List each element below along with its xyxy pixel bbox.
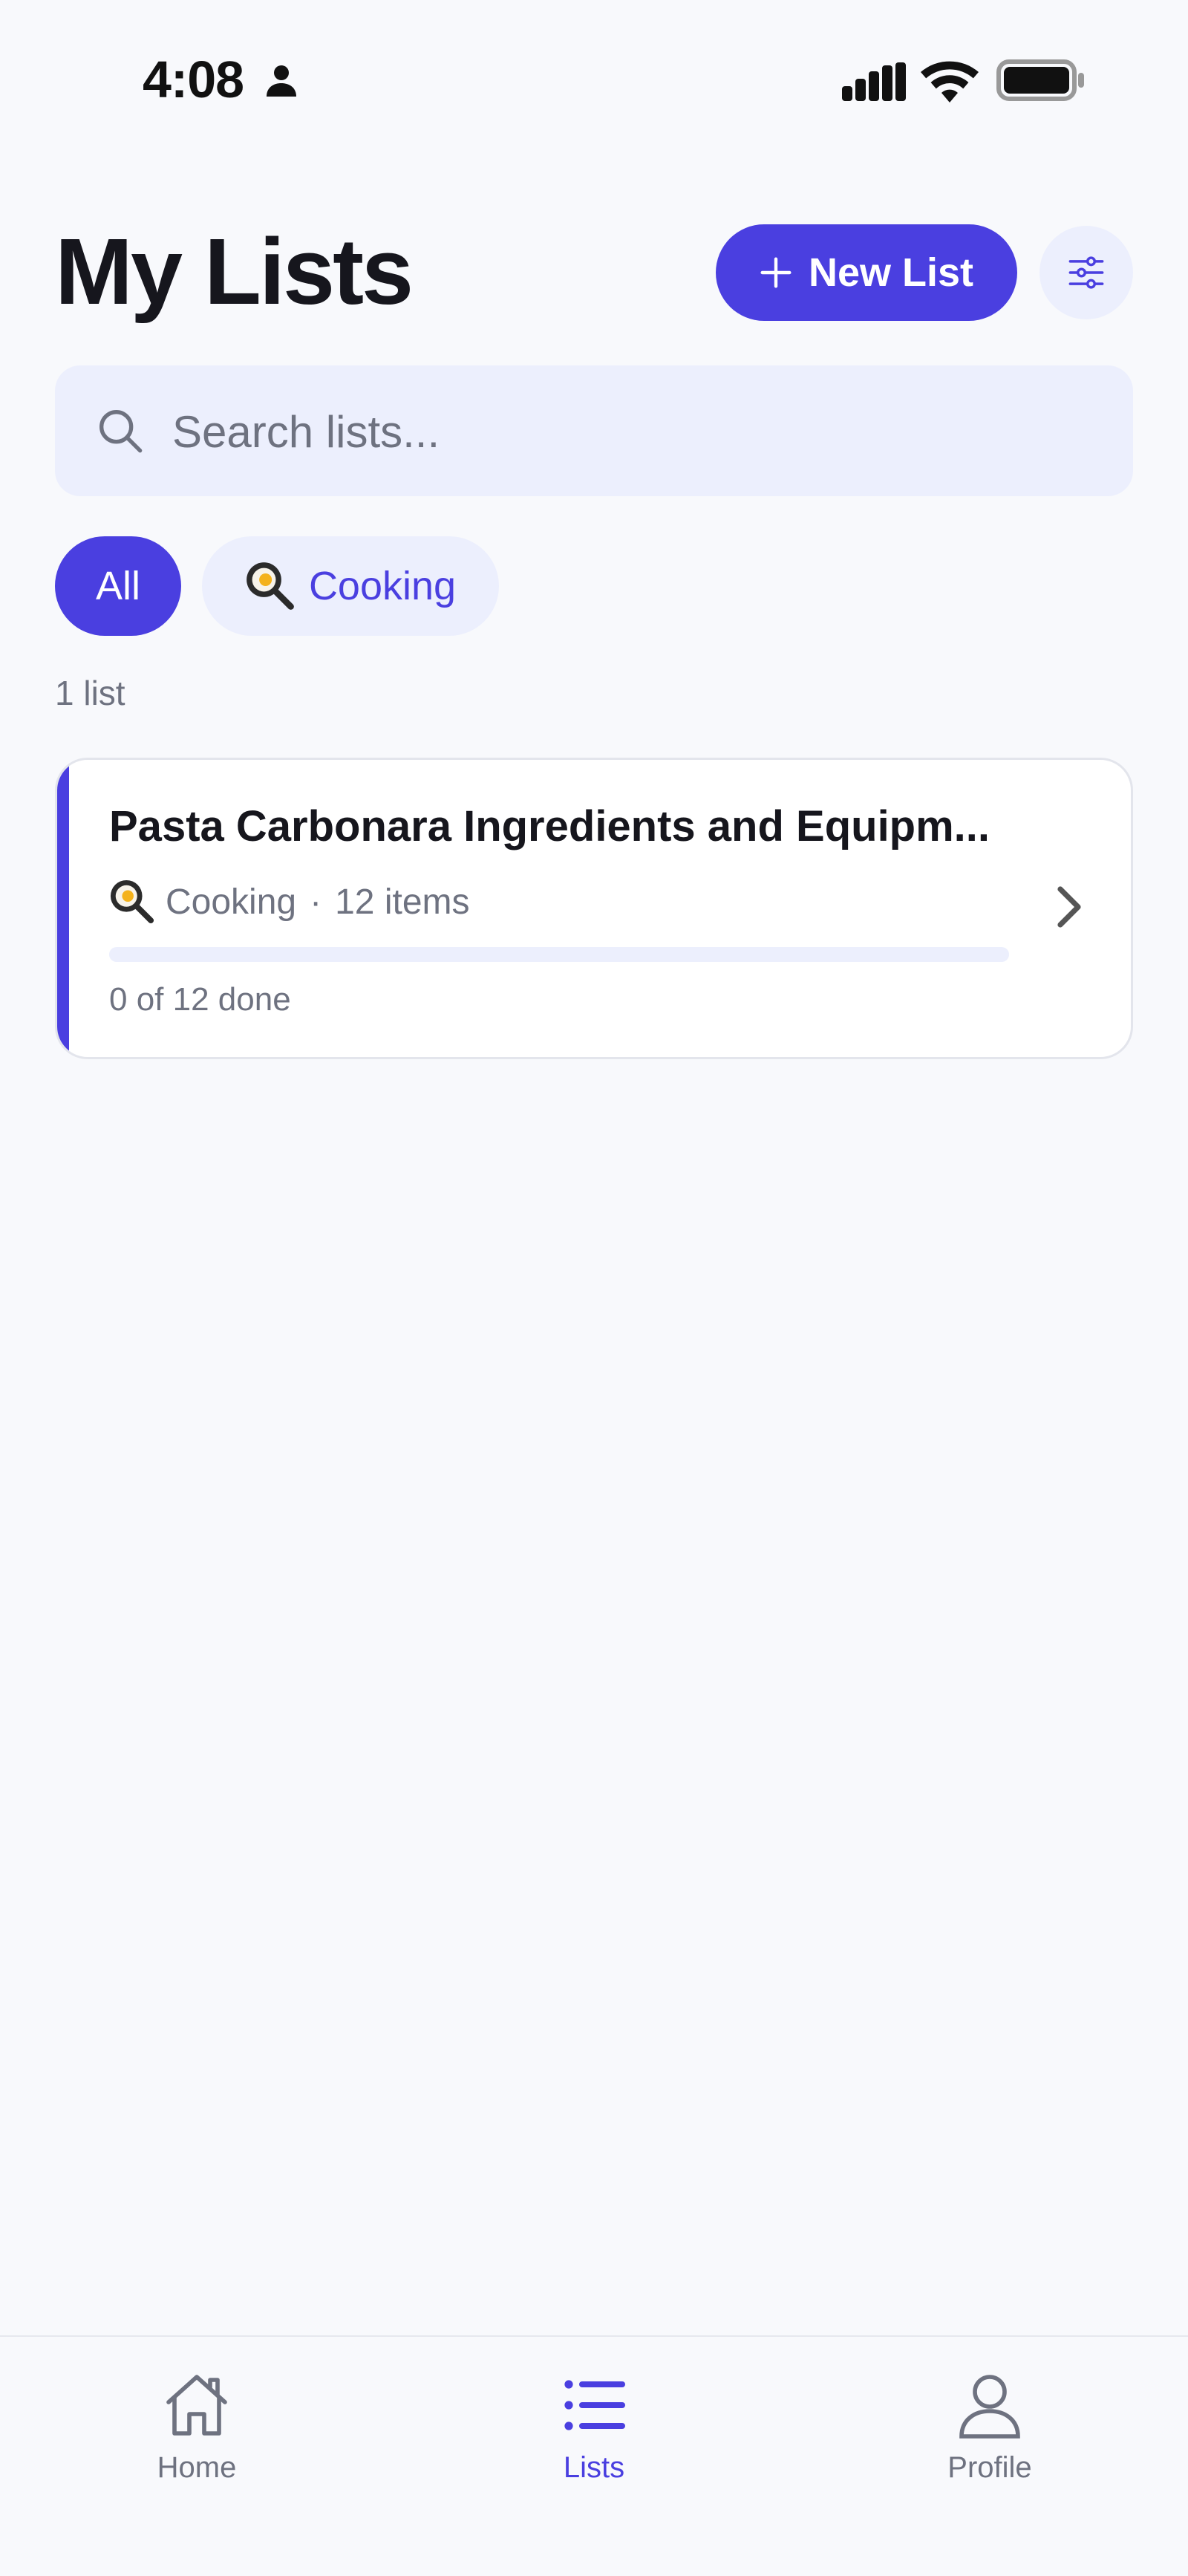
list-count: 1 list [55, 674, 125, 712]
search-input[interactable] [171, 395, 1109, 468]
new-list-button[interactable]: New List [716, 224, 1017, 321]
page-title: My Lists [55, 219, 414, 324]
cellular-signal-icon [842, 62, 906, 101]
list-item-count: 12 items [335, 882, 470, 922]
new-list-label: New List [808, 250, 974, 295]
frying-pan-icon [247, 562, 294, 610]
list-icon [564, 2380, 625, 2430]
filter-button[interactable] [1040, 226, 1133, 319]
person-icon [267, 65, 296, 97]
filter-chip-cooking[interactable]: Cooking [202, 536, 499, 636]
filter-chip-all-label: All [95, 564, 140, 608]
plus-icon [760, 257, 792, 288]
frying-pan-icon [110, 879, 154, 924]
progress-bar [109, 947, 1009, 962]
list-title: Pasta Carbonara Ingredients and Equipm..… [109, 802, 990, 850]
filter-chip-all[interactable]: All [55, 536, 181, 636]
card-accent-bar [57, 760, 69, 1057]
progress-text: 0 of 12 done [109, 981, 291, 1018]
search-bar [55, 365, 1133, 496]
list-card[interactable]: Pasta Carbonara Ingredients and Equipm..… [55, 758, 1133, 1059]
list-meta: Cooking · 12 items [109, 879, 470, 925]
nav-home[interactable]: Home [93, 2370, 301, 2503]
nav-profile-label: Profile [947, 2451, 1032, 2484]
nav-lists-label: Lists [563, 2451, 625, 2484]
nav-home-label: Home [157, 2451, 237, 2484]
wifi-icon [921, 61, 979, 103]
status-time: 4:08 [143, 51, 244, 108]
home-icon [166, 2375, 227, 2436]
bottom-nav: Home Lists Profile [0, 2335, 1188, 2576]
battery-icon [996, 59, 1084, 101]
meta-separator: · [310, 882, 322, 922]
sliders-icon [1068, 256, 1104, 289]
nav-lists[interactable]: Lists [490, 2370, 698, 2503]
user-icon [959, 2375, 1020, 2439]
filter-chip-cooking-label: Cooking [308, 564, 457, 608]
lists-screen: 4:08 My Lists New List Search lists... A… [0, 0, 1188, 2576]
chevron-right-icon [1057, 886, 1081, 928]
nav-profile[interactable]: Profile [886, 2370, 1094, 2503]
list-category: Cooking [166, 882, 297, 922]
search-icon [99, 410, 143, 453]
